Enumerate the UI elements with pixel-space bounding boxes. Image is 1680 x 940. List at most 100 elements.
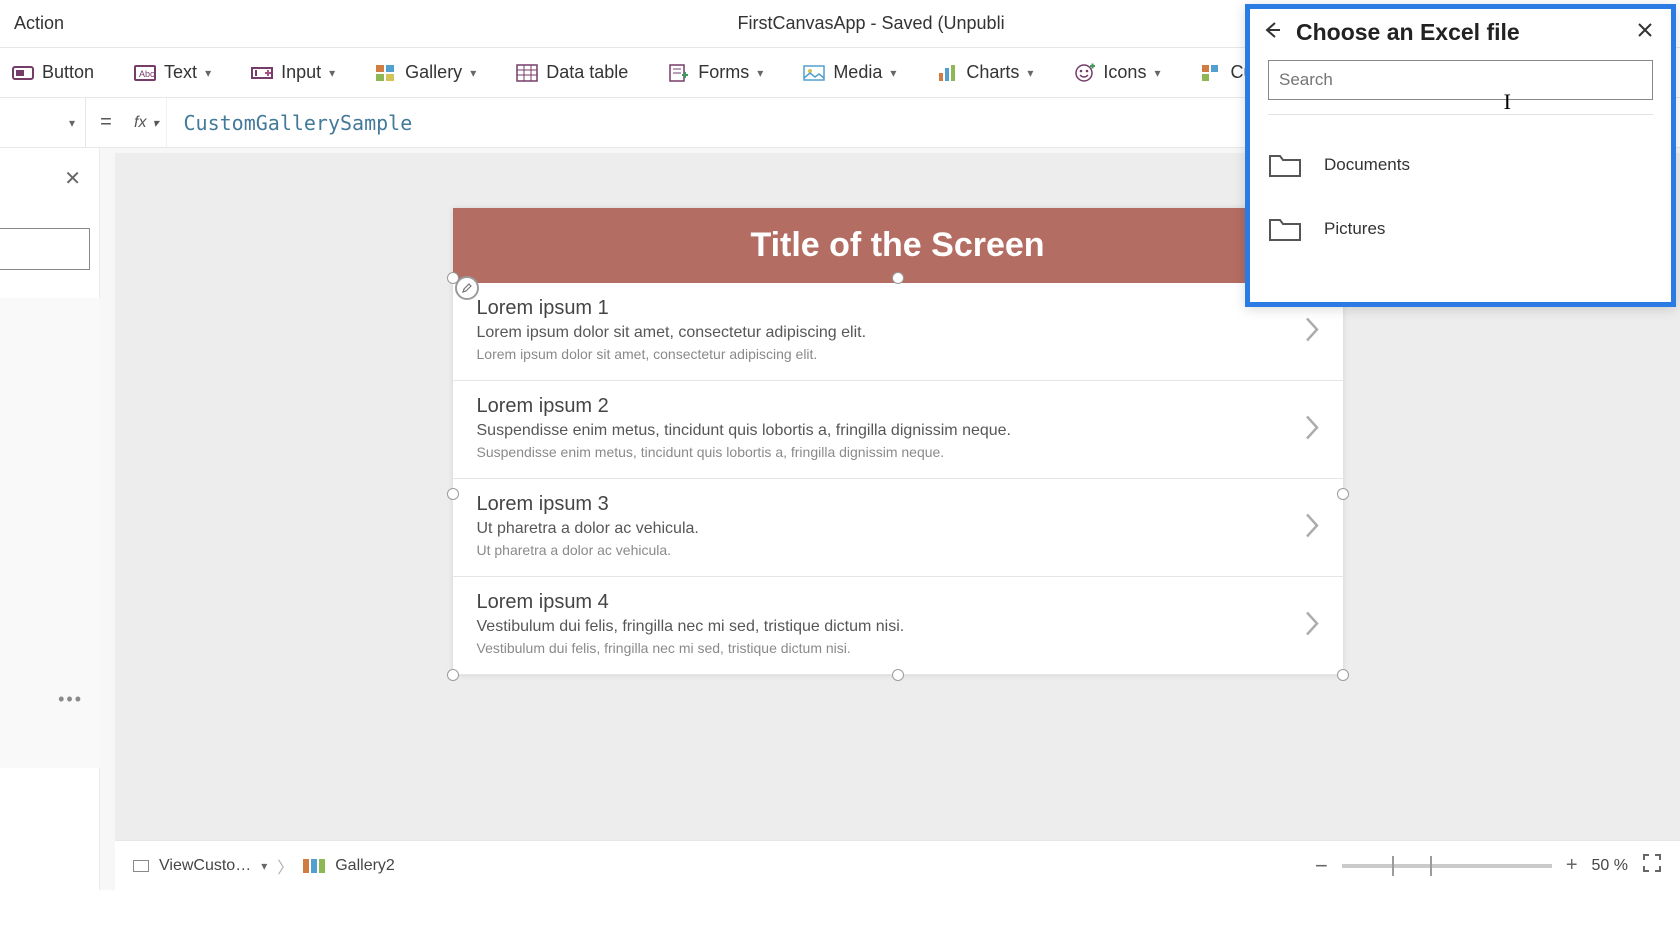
back-button[interactable]: [1262, 20, 1282, 45]
item-title: Lorem ipsum 1: [477, 297, 1319, 320]
fx-label: fx: [134, 114, 146, 132]
folder-item[interactable]: Documents: [1268, 133, 1653, 197]
text-cursor-icon: I: [1504, 89, 1511, 115]
chevron-down-icon: ▾: [470, 66, 476, 80]
zoom-out-button[interactable]: −: [1315, 853, 1328, 879]
zoom-slider[interactable]: [1342, 864, 1552, 868]
folder-icon: [1268, 151, 1302, 179]
item-body: Lorem ipsum dolor sit amet, consectetur …: [477, 346, 1319, 362]
more-icon[interactable]: •••: [58, 689, 83, 710]
gallery-item[interactable]: Lorem ipsum 4 Vestibulum dui felis, fring…: [453, 577, 1343, 675]
selection-handle[interactable]: [447, 488, 459, 500]
app-screen[interactable]: Title of the Screen Lorem ipsum 1Lorem i…: [453, 208, 1343, 675]
item-body: Vestibulum dui felis, fringilla nec mi s…: [477, 640, 1319, 656]
insert-button-label: Button: [42, 62, 94, 83]
gallery-control[interactable]: Lorem ipsum 1 Lorem ipsum dolor sit amet,…: [453, 283, 1343, 675]
insert-datatable-label: Data table: [546, 62, 628, 83]
tree-panel: ✕ •••: [0, 148, 100, 890]
item-subtitle: Lorem ipsum dolor sit amet, consectetur …: [477, 324, 1319, 342]
folder-item[interactable]: Pictures: [1268, 197, 1653, 261]
chevron-down-icon: ▾: [329, 66, 335, 80]
forms-icon: [668, 63, 690, 83]
item-title: Lorem ipsum 4: [477, 591, 1319, 614]
svg-text:Abc: Abc: [139, 69, 155, 79]
gallery-item[interactable]: Lorem ipsum 3 Ut pharetra a dolor ac vehi…: [453, 479, 1343, 577]
insert-gallery[interactable]: Gallery ▾: [375, 62, 476, 83]
gallery-item[interactable]: Lorem ipsum 2 Suspendisse enim metus, tin…: [453, 381, 1343, 479]
item-title: Lorem ipsum 2: [477, 395, 1319, 418]
insert-media-label: Media: [833, 62, 882, 83]
chevron-down-icon: ▾: [69, 116, 75, 130]
fit-to-window-button[interactable]: [1642, 853, 1662, 878]
item-title: Lorem ipsum 3: [477, 493, 1319, 516]
insert-icons-label: Icons: [1103, 62, 1146, 83]
selection-handle[interactable]: [447, 272, 459, 284]
search-input[interactable]: [1268, 60, 1653, 100]
chevron-down-icon: ▾: [152, 116, 158, 130]
chevron-down-icon: ▾: [1027, 66, 1033, 80]
zoom-in-button[interactable]: +: [1566, 854, 1578, 877]
chevron-right-icon[interactable]: [1303, 609, 1321, 642]
item-subtitle: Ut pharetra a dolor ac vehicula.: [477, 520, 1319, 538]
insert-text[interactable]: Abc Text▾: [134, 62, 211, 83]
status-bar: ViewCusto… ▾ 〉 Gallery2 − + 50 %: [115, 840, 1680, 890]
chevron-down-icon[interactable]: ▾: [261, 859, 267, 873]
gallery-icon: [303, 859, 325, 873]
selection-handle[interactable]: [447, 669, 459, 681]
item-subtitle: Vestibulum dui felis, fringilla nec mi s…: [477, 618, 1319, 636]
insert-text-label: Text: [164, 62, 197, 83]
insert-input-label: Input: [281, 62, 321, 83]
chevron-down-icon: ▾: [1154, 66, 1160, 80]
item-body: Ut pharetra a dolor ac vehicula.: [477, 542, 1319, 558]
folder-name: Pictures: [1324, 219, 1385, 239]
folder-name: Documents: [1324, 155, 1410, 175]
custom-icon: [1200, 63, 1222, 83]
zoom-controls: − + 50 %: [1315, 853, 1662, 879]
insert-charts[interactable]: Charts▾: [936, 62, 1033, 83]
item-body: Suspendisse enim metus, tincidunt quis l…: [477, 444, 1319, 460]
zoom-level: 50 %: [1592, 857, 1628, 875]
selection-handle[interactable]: [1337, 488, 1349, 500]
chevron-right-icon[interactable]: [1303, 413, 1321, 446]
item-subtitle: Suspendisse enim metus, tincidunt quis l…: [477, 422, 1319, 440]
chevron-down-icon: ▾: [757, 66, 763, 80]
chevron-right-icon: 〉: [277, 854, 293, 878]
input-icon: [251, 63, 273, 83]
selection-handle[interactable]: [1337, 669, 1349, 681]
selection-handle[interactable]: [892, 272, 904, 284]
insert-datatable[interactable]: Data table: [516, 62, 628, 83]
insert-icons[interactable]: Icons ▾: [1073, 62, 1160, 83]
insert-input[interactable]: Input ▾: [251, 62, 335, 83]
breadcrumb-control[interactable]: Gallery2: [335, 857, 395, 875]
insert-media[interactable]: Media ▾: [803, 62, 896, 83]
icons-icon: [1073, 63, 1095, 83]
datatable-icon: [516, 63, 538, 83]
menu-action[interactable]: Action: [8, 13, 70, 34]
breadcrumb-screen[interactable]: ViewCusto…: [159, 857, 251, 875]
tree-content: [0, 298, 100, 768]
media-icon: [803, 63, 825, 83]
insert-gallery-label: Gallery: [405, 62, 462, 83]
chevron-down-icon: ▾: [890, 66, 896, 80]
gallery-icon: [375, 63, 397, 83]
panel-title: Choose an Excel file: [1296, 19, 1621, 46]
insert-button[interactable]: Button: [12, 62, 94, 83]
property-selector[interactable]: ▾: [0, 98, 86, 147]
close-button[interactable]: [1635, 20, 1655, 45]
insert-forms-label: Forms: [698, 62, 749, 83]
gallery-item[interactable]: Lorem ipsum 1 Lorem ipsum dolor sit amet,…: [453, 283, 1343, 381]
insert-forms[interactable]: Forms ▾: [668, 62, 763, 83]
selection-handle[interactable]: [892, 669, 904, 681]
chevron-right-icon[interactable]: [1303, 511, 1321, 544]
fx-button[interactable]: fx ▾: [126, 98, 167, 147]
equals-sign: =: [86, 111, 126, 134]
textbox-icon: Abc: [134, 63, 156, 83]
close-icon[interactable]: ✕: [64, 166, 81, 191]
screen-icon: [133, 860, 149, 872]
tree-search-input[interactable]: [0, 228, 90, 270]
chevron-right-icon[interactable]: [1303, 315, 1321, 348]
breadcrumb[interactable]: ViewCusto… ▾ 〉 Gallery2: [133, 854, 395, 878]
choose-excel-panel: Choose an Excel file Documents Pictures I: [1245, 4, 1676, 307]
folder-icon: [1268, 215, 1302, 243]
charts-icon: [936, 63, 958, 83]
